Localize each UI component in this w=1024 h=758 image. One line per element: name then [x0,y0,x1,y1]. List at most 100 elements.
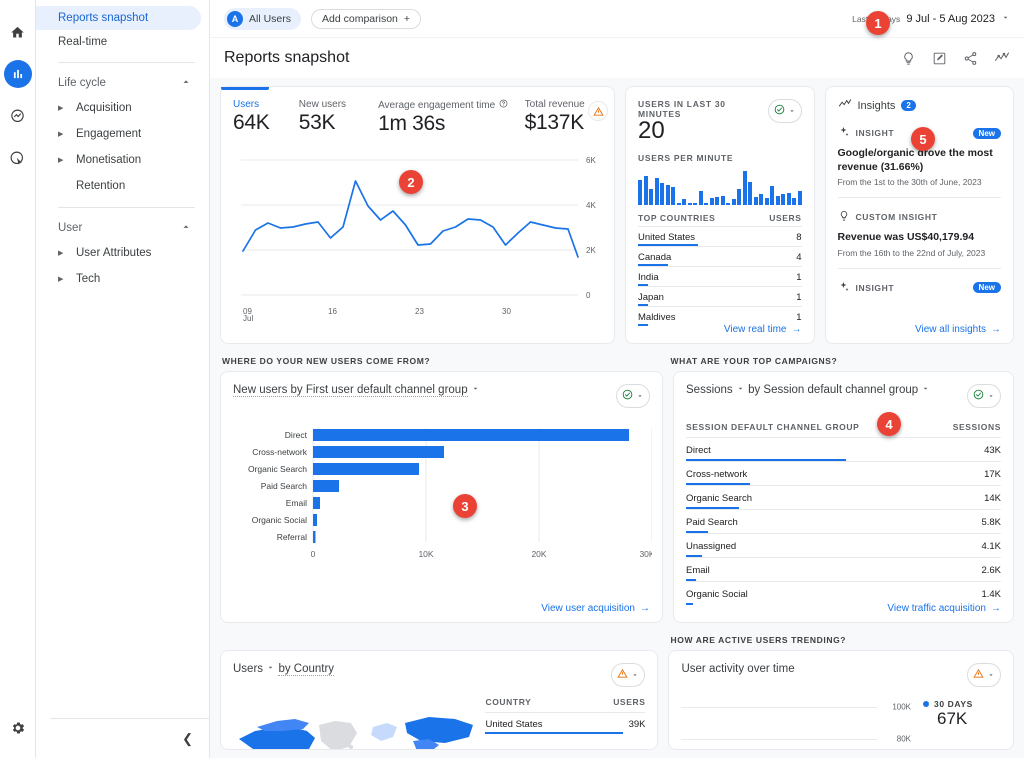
row-sessions: 14K [984,493,1001,504]
table-row[interactable]: Maldives 1 [638,306,802,326]
metric-new-users[interactable]: New users 53K [299,87,378,142]
users-by-country-card: Users by Country COUNTRY USERS United St… [220,650,659,750]
sessions-by-channel-card: Sessions by Session default channel grou… [673,371,1014,623]
view-real-time-link[interactable]: View real time → [724,324,802,335]
svg-text:0: 0 [311,549,316,559]
metric-avg-engagement-time[interactable]: Average engagement time 1m 36s [378,87,525,142]
add-comparison-button[interactable]: Add comparison + [311,8,422,29]
sparkline-bar [720,196,725,205]
metric-users[interactable]: Users 64K [233,87,299,142]
table-row[interactable]: Unassigned 4.1K [686,533,1001,557]
card-title[interactable]: Sessions by Session default channel grou… [686,384,930,396]
home-icon[interactable] [4,18,32,46]
svg-text:30K: 30K [639,549,652,559]
sidebar-item-retention[interactable]: Retention [36,173,209,199]
chevron-right-icon: ▶ [58,131,64,138]
data-quality-warning-button[interactable] [611,663,646,687]
y-tick-80k: 80K [896,734,911,744]
card-header: New users by First user default channel … [233,384,650,408]
row-country: Maldives [638,312,676,323]
row-users: 1 [796,312,802,323]
view-user-acquisition-link[interactable]: View user acquisition → [541,603,650,614]
edit-icon[interactable] [932,51,947,66]
svg-text:20K: 20K [531,549,546,559]
insight-type-label: Insight [855,128,895,138]
table-row[interactable]: India 1 [638,266,802,286]
sparkline-bar [643,176,648,205]
check-circle-icon [622,387,633,405]
row-country: Japan [638,292,664,303]
table-row[interactable]: Japan 1 [638,286,802,306]
explore-icon[interactable] [4,102,32,130]
nav-group-life-cycle[interactable]: Life cycle [36,71,209,95]
sidebar-item-monetisation[interactable]: ▶ Monetisation [36,147,209,173]
card-header: User activity over time [681,663,1001,687]
new-users-by-channel-card: New users by First user default channel … [220,371,663,623]
sidebar-item-real-time[interactable]: Real-time [36,30,201,54]
page-actions [901,50,1010,66]
metric-selector-label: Users [233,663,264,675]
data-quality-ok-button[interactable] [967,384,1001,408]
sparkline-bar [770,186,774,205]
reports-icon[interactable] [3,60,32,88]
sidebar-item-tech[interactable]: ▶ Tech [36,266,209,292]
world-map[interactable] [233,697,485,749]
share-icon[interactable] [963,51,978,66]
advertising-icon[interactable] [4,144,32,172]
warning-icon [617,666,629,684]
card-title[interactable]: Users by Country [233,663,335,676]
sidebar-item-user-attributes[interactable]: ▶ User Attributes [36,240,209,266]
new-users-bar-chart: Direct Cross-network Organic Search Paid… [233,424,655,569]
insight-type-label: Custom insight [855,212,938,223]
table-row[interactable]: United States 39K [485,712,646,734]
arrow-right-icon: → [791,324,802,335]
insight-title: Google/organic drove the most revenue (3… [837,147,993,173]
view-all-insights-link[interactable]: View all insights → [915,324,1001,335]
table-row[interactable]: Email 2.6K [686,557,1001,581]
sparkline-bar [786,193,791,205]
main-content: A All Users Add comparison + Last 28 day… [210,0,1024,758]
all-users-chip[interactable]: A All Users [224,7,302,30]
table-row[interactable]: Direct 43K [686,437,1001,461]
table-row[interactable]: United States 8 [638,226,802,246]
row-country: United States [638,232,696,243]
table-row[interactable]: Canada 4 [638,246,802,266]
data-quality-warning-button[interactable] [967,663,1001,687]
row-sessions: 5.8K [981,517,1001,528]
sidebar-item-engagement[interactable]: ▶ Engagement [36,121,209,147]
nav-group-user[interactable]: User [36,216,209,240]
page-header: Reports snapshot [210,38,1024,78]
svg-text:Paid Search: Paid Search [261,481,308,491]
section-heading-campaigns: What are your top campaigns? [670,356,838,366]
sidebar-item-reports-snapshot[interactable]: Reports snapshot [36,6,201,30]
data-quality-ok-button[interactable] [616,384,650,408]
table-row[interactable]: Paid Search 5.8K [686,509,1001,533]
metric-label: Total revenue [524,99,585,110]
table-row[interactable]: Organic Social 1.4K [686,581,1001,605]
insight-item[interactable]: Insight New [838,281,1001,295]
gear-icon[interactable] [4,714,32,742]
card-title[interactable]: New users by First user default channel … [233,384,480,397]
sidebar-item-acquisition[interactable]: ▶ Acquisition [36,95,209,121]
data-quality-ok-button[interactable] [767,99,802,123]
chevron-down-icon [266,663,278,675]
insights-bulb-icon[interactable] [901,51,916,66]
trend-gridlines: 100K 80K [681,699,911,749]
bulb-icon [838,210,850,224]
insight-item[interactable]: Custom insight Revenue was US$40,179.94 … [838,210,1002,258]
svg-text:Organic Search: Organic Search [248,464,307,474]
sparkline-bar [764,198,769,205]
table-row[interactable]: Organic Search 14K [686,485,1001,509]
help-icon[interactable] [499,99,508,111]
table-row[interactable]: Cross-network 17K [686,461,1001,485]
realtime-title: Users in last 30 minutes [638,99,726,119]
legend-dot-icon [923,701,929,707]
all-users-label: All Users [249,12,292,25]
chevron-down-icon [736,384,748,396]
collapse-nav-button[interactable]: ❮ [182,731,193,747]
trend-icon[interactable] [994,50,1010,66]
view-traffic-acquisition-link[interactable]: View traffic acquisition → [887,603,1001,614]
metric-value: 1m 36s [378,112,446,135]
metric-total-revenue[interactable]: Total revenue $137K [525,87,602,142]
user-activity-over-time-card: User activity over time 100K 80K 30 DAYS… [668,650,1014,750]
